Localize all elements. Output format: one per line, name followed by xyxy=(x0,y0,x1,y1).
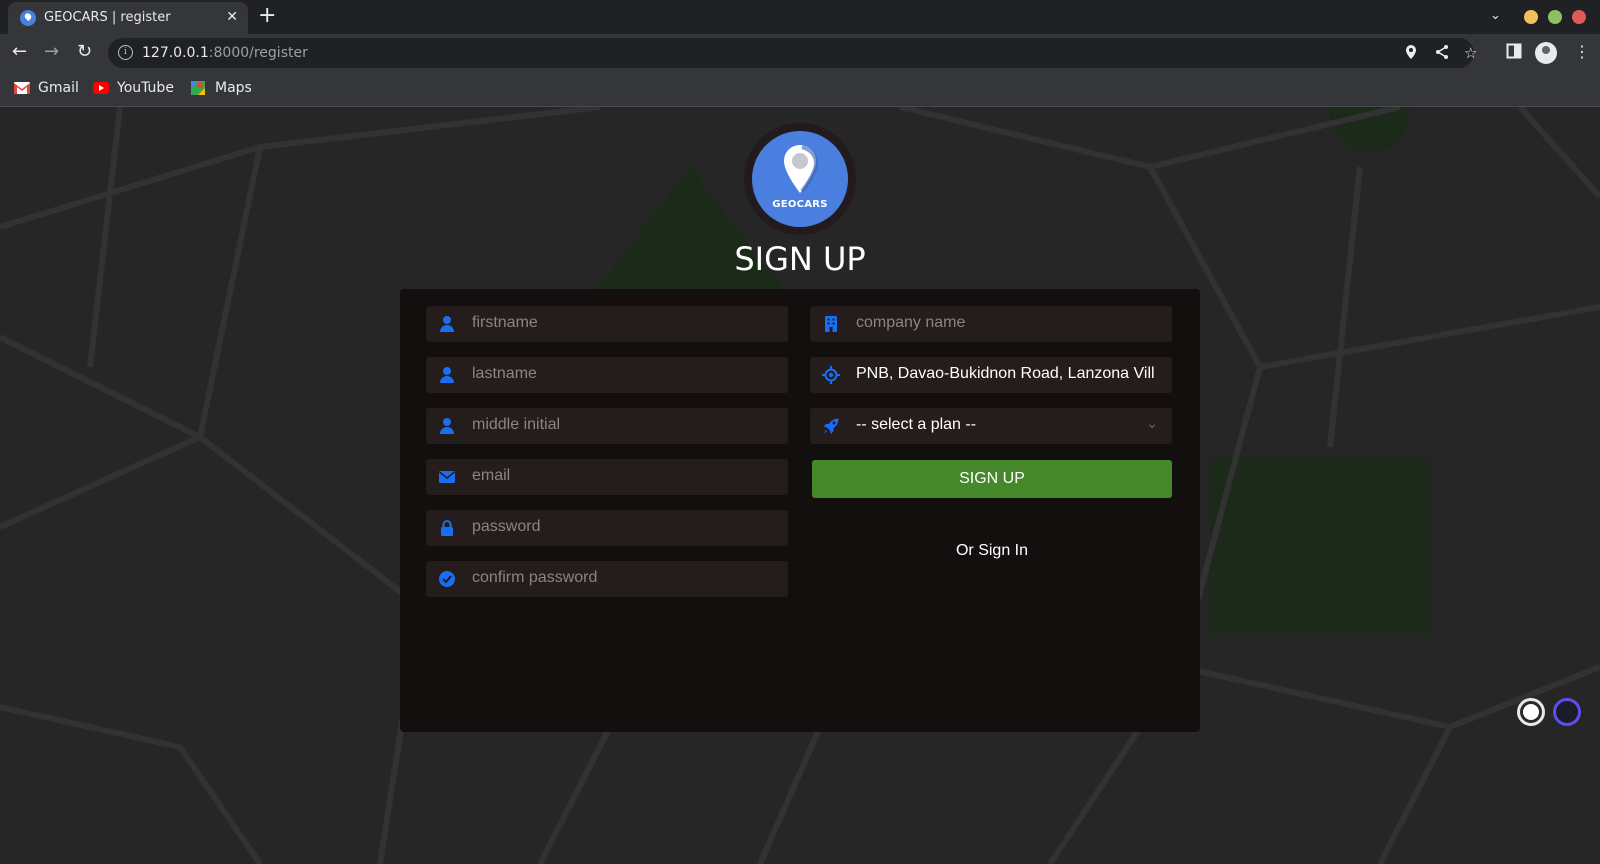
bookmark-label: Maps xyxy=(215,80,252,96)
bookmark-label: Gmail xyxy=(38,80,79,96)
browser-toolbar: ← → ↻ i 127.0.0.1:8000/register ☆ ⋮ xyxy=(0,34,1600,72)
tab-search-chevron-icon[interactable]: ⌄ xyxy=(1490,8,1501,23)
tab-close-icon[interactable]: ✕ xyxy=(226,9,238,25)
location-pin-icon[interactable] xyxy=(1404,44,1418,64)
site-info-icon[interactable]: i xyxy=(118,45,133,60)
geocars-favicon-icon xyxy=(20,10,36,26)
more-menu-icon[interactable]: ⋮ xyxy=(1574,43,1590,61)
lastname-field[interactable]: lastname xyxy=(426,357,788,393)
bookmark-gmail[interactable]: Gmail xyxy=(14,80,79,96)
geocars-logo: GEOCARS xyxy=(752,131,848,227)
lock-icon xyxy=(441,520,453,536)
signin-link[interactable]: Or Sign In xyxy=(812,542,1172,560)
logo-text: GEOCARS xyxy=(772,199,828,210)
tab-title: GEOCARS | register xyxy=(44,10,171,25)
crosshair-location-icon xyxy=(822,366,840,384)
bookmark-star-icon[interactable]: ☆ xyxy=(1464,44,1477,62)
middle-initial-field[interactable]: middle initial xyxy=(426,408,788,444)
user-icon xyxy=(440,367,454,383)
youtube-icon xyxy=(93,82,109,94)
middle-initial-placeholder: middle initial xyxy=(472,416,561,433)
share-icon[interactable] xyxy=(1434,44,1450,64)
bookmark-youtube[interactable]: YouTube xyxy=(93,80,174,96)
maximize-window-button[interactable] xyxy=(1548,10,1562,24)
lastname-placeholder: lastname xyxy=(472,365,537,382)
address-value: PNB, Davao-Bukidnon Road, Lanzona Vill xyxy=(856,365,1155,382)
signup-button[interactable]: SIGN UP xyxy=(812,460,1172,498)
envelope-icon xyxy=(439,471,455,483)
reload-icon[interactable]: ↻ xyxy=(77,42,92,62)
user-icon xyxy=(440,418,454,434)
check-circle-icon xyxy=(439,571,455,587)
rocket-icon xyxy=(823,418,839,434)
tab-strip: GEOCARS | register ✕ + ⌄ xyxy=(0,0,1600,34)
light-theme-toggle-icon[interactable] xyxy=(1517,698,1545,726)
plan-select-value: -- select a plan -- xyxy=(856,416,977,433)
firstname-field[interactable]: firstname xyxy=(426,306,788,342)
address-bar[interactable]: i 127.0.0.1:8000/register ☆ xyxy=(108,38,1477,68)
bookmark-maps[interactable]: Maps xyxy=(191,80,252,96)
address-field[interactable]: PNB, Davao-Bukidnon Road, Lanzona Vill xyxy=(810,357,1172,393)
gmail-icon xyxy=(14,82,30,94)
building-icon xyxy=(825,316,837,332)
plan-select[interactable]: -- select a plan -- ⌄ xyxy=(810,408,1172,444)
close-window-button[interactable] xyxy=(1572,10,1586,24)
forward-arrow-icon[interactable]: → xyxy=(44,42,59,62)
bookmark-label: YouTube xyxy=(117,80,174,96)
dark-theme-toggle-icon[interactable] xyxy=(1553,698,1581,726)
firstname-placeholder: firstname xyxy=(472,314,538,331)
back-arrow-icon[interactable]: ← xyxy=(12,42,27,62)
confirm-password-field[interactable]: confirm password xyxy=(426,561,788,597)
bookmarks-bar: Gmail YouTube Maps xyxy=(0,72,1600,107)
user-icon xyxy=(440,316,454,332)
browser-tab[interactable]: GEOCARS | register ✕ xyxy=(8,2,248,34)
map-pin-icon xyxy=(784,145,818,193)
email-placeholder: email xyxy=(472,467,511,484)
password-field[interactable]: password xyxy=(426,510,788,546)
email-field[interactable]: email xyxy=(426,459,788,495)
minimize-window-button[interactable] xyxy=(1524,10,1538,24)
chevron-down-icon: ⌄ xyxy=(1146,416,1158,432)
new-tab-button[interactable]: + xyxy=(258,4,276,28)
side-panel-icon[interactable] xyxy=(1506,43,1522,63)
password-placeholder: password xyxy=(472,518,541,535)
url-text: 127.0.0.1:8000/register xyxy=(142,45,308,61)
company-name-field[interactable]: company name xyxy=(810,306,1172,342)
confirm-password-placeholder: confirm password xyxy=(472,569,598,586)
maps-icon xyxy=(191,81,207,95)
profile-avatar-icon[interactable] xyxy=(1535,42,1557,64)
company-name-placeholder: company name xyxy=(856,314,966,331)
page-title: SIGN UP xyxy=(734,240,866,278)
